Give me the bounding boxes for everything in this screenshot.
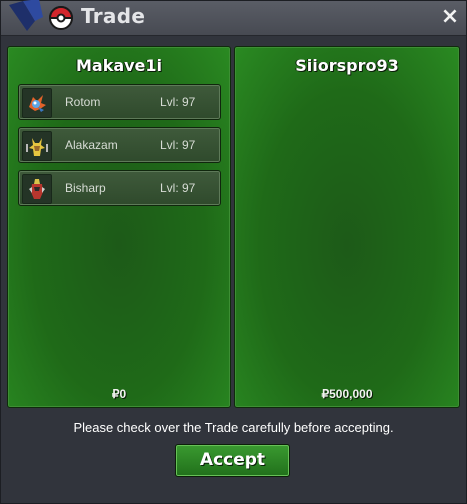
pokeball-logo-icon xyxy=(9,0,73,31)
pokemon-name: Bisharp xyxy=(65,181,106,195)
trade-window: Trade × Makave1i Rotom Lvl: 97 Alakazam … xyxy=(0,0,467,504)
accept-button[interactable]: Accept xyxy=(175,444,290,477)
pokemon-slot[interactable]: Alakazam Lvl: 97 xyxy=(18,127,221,163)
pokemon-name: Alakazam xyxy=(65,138,118,152)
close-icon[interactable]: × xyxy=(441,4,459,29)
trade-panel-left: Makave1i Rotom Lvl: 97 Alakazam Lvl: 97 … xyxy=(7,46,231,408)
trade-panel-right: Siiorspro93 ₽500,000 xyxy=(234,46,460,408)
player-name-right: Siiorspro93 xyxy=(295,56,399,75)
window-title: Trade xyxy=(81,4,146,28)
player-name-left: Makave1i xyxy=(75,56,163,75)
rotom-sprite-icon xyxy=(22,88,52,118)
pokemon-level: Lvl: 97 xyxy=(160,95,196,109)
pokemon-slot[interactable]: Rotom Lvl: 97 xyxy=(18,84,221,120)
money-offer-right: ₽500,000 xyxy=(321,387,373,401)
alakazam-sprite-icon xyxy=(22,131,52,161)
pokemon-level: Lvl: 97 xyxy=(160,181,196,195)
pokemon-name: Rotom xyxy=(65,95,101,109)
trade-notice: Please check over the Trade carefully be… xyxy=(73,420,394,435)
pokemon-slot[interactable]: Bisharp Lvl: 97 xyxy=(18,170,221,206)
pokemon-level: Lvl: 97 xyxy=(160,138,196,152)
close-button[interactable]: × xyxy=(439,5,461,29)
money-offer-left: ₽0 xyxy=(111,387,127,401)
title-bar[interactable]: Trade × xyxy=(1,0,466,36)
pokemon-list-left: Rotom Lvl: 97 Alakazam Lvl: 97 Bisharp L… xyxy=(18,84,221,213)
bisharp-sprite-icon xyxy=(22,174,52,204)
